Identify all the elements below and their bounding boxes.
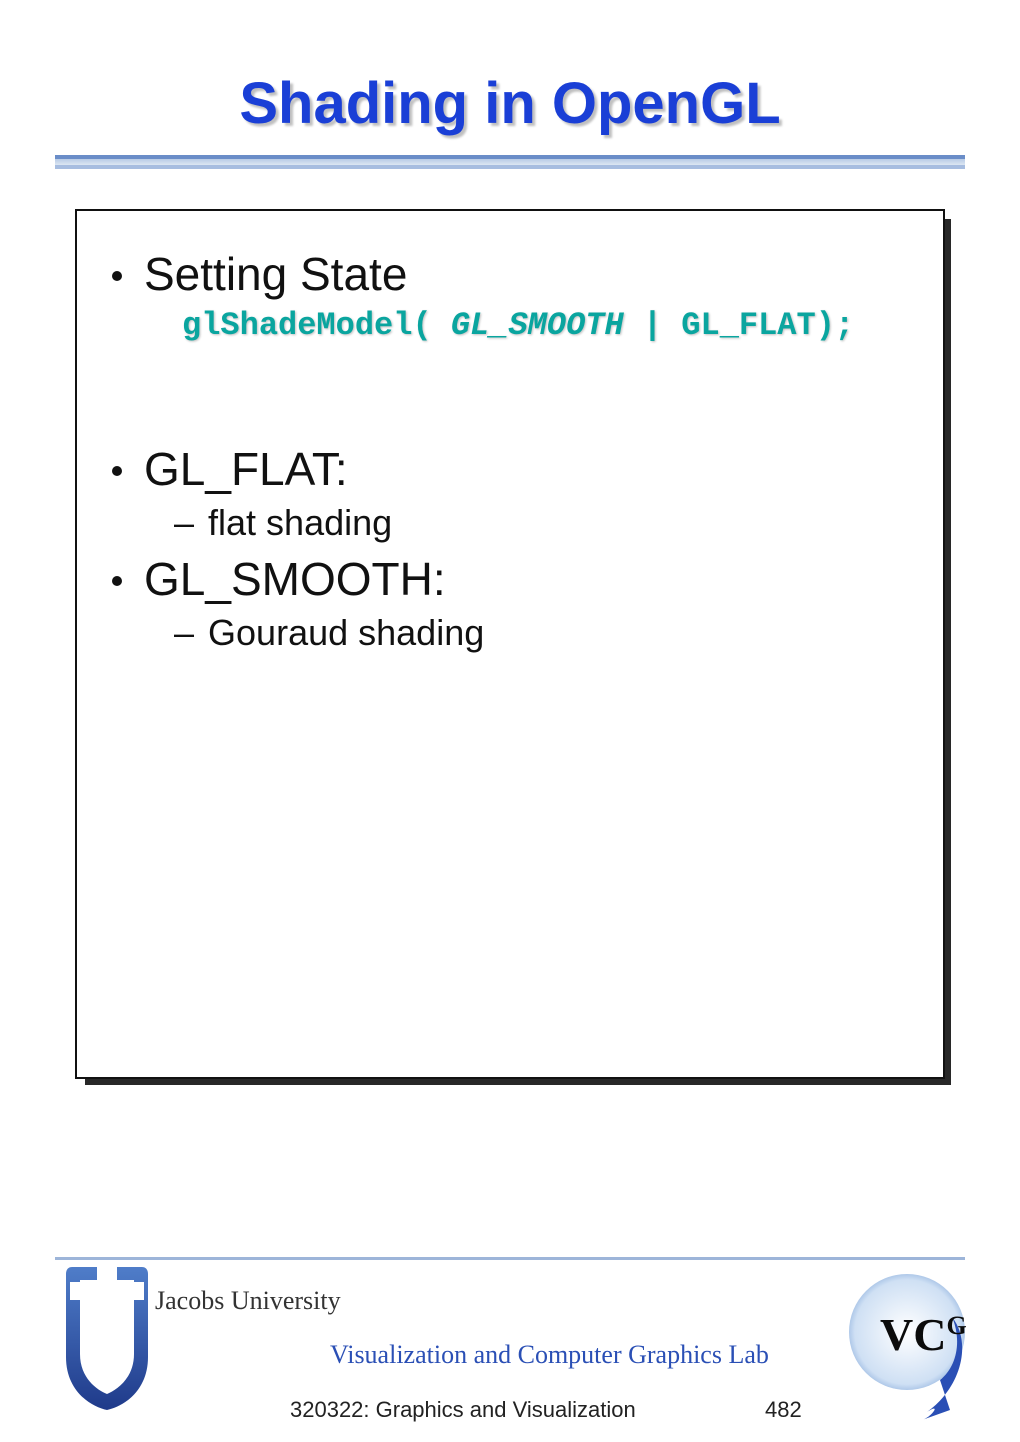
dash-icon: –: [174, 502, 194, 544]
subbullet-text: flat shading: [208, 502, 392, 544]
subbullet-text: Gouraud shading: [208, 612, 484, 654]
footer-divider: [55, 1256, 965, 1260]
bullet-dot-icon: [112, 271, 122, 281]
university-name: Jacobs University: [155, 1286, 341, 1316]
title-underline: [55, 155, 965, 169]
content-inner: Setting State glShadeModel( GL_SMOOTH | …: [75, 209, 945, 1079]
bullet-text: GL_SMOOTH:: [144, 552, 918, 606]
vcg-sup: G: [946, 1311, 966, 1340]
footer: Jacobs University Visualization and Comp…: [0, 1232, 1020, 1442]
bullet-dot-icon: [112, 576, 122, 586]
slide: Shading in OpenGL Setting State glShadeM…: [0, 0, 1020, 1442]
bullet-dot-icon: [112, 466, 122, 476]
bullet-gl-flat: GL_FLAT:: [112, 442, 918, 496]
subbullet-flat-shading: – flat shading: [174, 502, 918, 544]
lab-name: Visualization and Computer Graphics Lab: [330, 1340, 769, 1370]
code-suffix: | GL_FLAT);: [624, 307, 854, 344]
page-number: 482: [765, 1397, 802, 1423]
code-prefix: glShadeModel(: [182, 307, 451, 344]
subbullet-gouraud-shading: – Gouraud shading: [174, 612, 918, 654]
code-emph: GL_SMOOTH: [451, 307, 624, 344]
slide-title: Shading in OpenGL: [55, 70, 965, 137]
spacer: [112, 356, 918, 436]
bullet-gl-smooth: GL_SMOOTH:: [112, 552, 918, 606]
content-box: Setting State glShadeModel( GL_SMOOTH | …: [75, 209, 945, 1079]
code-line: glShadeModel( GL_SMOOTH | GL_FLAT);: [182, 307, 918, 344]
bullet-setting-state: Setting State: [112, 247, 918, 301]
dash-icon: –: [174, 612, 194, 654]
vcg-text: VC: [880, 1309, 946, 1360]
bullet-text: Setting State: [144, 247, 918, 301]
jacobs-university-logo-icon: [62, 1262, 152, 1417]
bullet-text: GL_FLAT:: [144, 442, 918, 496]
vcg-logo-icon: VCG: [832, 1272, 982, 1427]
course-code: 320322: Graphics and Visualization: [290, 1397, 636, 1423]
